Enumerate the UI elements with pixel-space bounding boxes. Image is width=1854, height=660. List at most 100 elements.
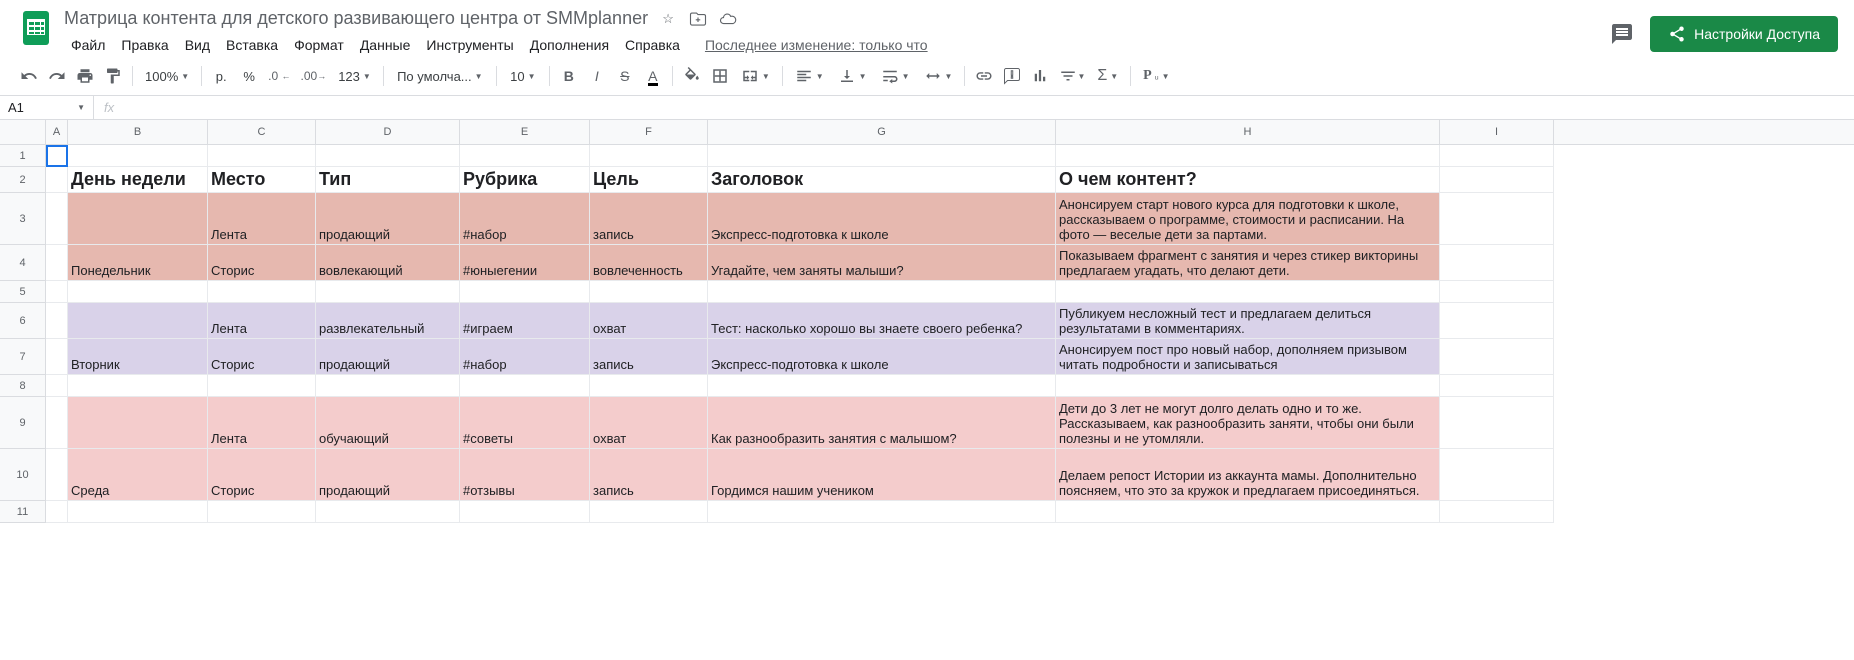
row-header-11[interactable]: 11 <box>0 501 46 523</box>
italic-button[interactable]: I <box>584 63 610 89</box>
col-header-E[interactable]: E <box>460 120 590 144</box>
cell[interactable] <box>46 193 68 245</box>
print-icon[interactable] <box>72 63 98 89</box>
cell[interactable]: Сторис <box>208 245 316 281</box>
comments-icon[interactable] <box>1610 22 1634 46</box>
cell[interactable]: Тест: насколько хорошо вы знаете своего … <box>708 303 1056 339</box>
borders-button[interactable] <box>707 63 733 89</box>
cell[interactable]: запись <box>590 339 708 375</box>
cell[interactable]: Вторник <box>68 339 208 375</box>
cell[interactable]: #набор <box>460 339 590 375</box>
cell[interactable]: продающий <box>316 193 460 245</box>
cell[interactable] <box>68 375 208 397</box>
cell[interactable] <box>1440 397 1554 449</box>
cell[interactable] <box>708 145 1056 167</box>
cell[interactable] <box>46 375 68 397</box>
menu-tools[interactable]: Инструменты <box>419 33 520 57</box>
col-header-C[interactable]: C <box>208 120 316 144</box>
share-button[interactable]: Настройки Доступа <box>1650 16 1838 52</box>
cell[interactable] <box>46 501 68 523</box>
row-header-5[interactable]: 5 <box>0 281 46 303</box>
cell[interactable]: запись <box>590 449 708 501</box>
row-header-9[interactable]: 9 <box>0 397 46 449</box>
cell[interactable] <box>208 501 316 523</box>
bold-button[interactable]: B <box>556 63 582 89</box>
cell[interactable] <box>316 281 460 303</box>
cell[interactable] <box>1440 145 1554 167</box>
col-header-D[interactable]: D <box>316 120 460 144</box>
cell[interactable] <box>46 339 68 375</box>
cell[interactable]: вовлеченность <box>590 245 708 281</box>
cell[interactable] <box>68 145 208 167</box>
col-header-I[interactable]: I <box>1440 120 1554 144</box>
text-color-button[interactable]: A <box>640 63 666 89</box>
cell[interactable] <box>46 245 68 281</box>
cell[interactable] <box>46 303 68 339</box>
cell[interactable]: Сторис <box>208 339 316 375</box>
cell[interactable]: Лента <box>208 303 316 339</box>
cell[interactable] <box>1056 375 1440 397</box>
row-header-10[interactable]: 10 <box>0 449 46 501</box>
cell[interactable] <box>208 145 316 167</box>
cell[interactable]: Цель <box>590 167 708 193</box>
move-icon[interactable] <box>688 9 708 29</box>
cell[interactable] <box>1440 339 1554 375</box>
cell[interactable] <box>1440 193 1554 245</box>
redo-icon[interactable] <box>44 63 70 89</box>
wrap-button[interactable]: ▼ <box>875 63 916 89</box>
col-header-A[interactable]: A <box>46 120 68 144</box>
halign-button[interactable]: ▼ <box>789 63 830 89</box>
cell[interactable]: Анонсируем старт нового курса для подгот… <box>1056 193 1440 245</box>
cell[interactable]: охват <box>590 303 708 339</box>
cell[interactable] <box>1056 501 1440 523</box>
cell[interactable] <box>316 375 460 397</box>
cell[interactable] <box>46 449 68 501</box>
cell[interactable] <box>1056 281 1440 303</box>
cell[interactable]: обучающий <box>316 397 460 449</box>
cell[interactable]: Сторис <box>208 449 316 501</box>
cell[interactable]: запись <box>590 193 708 245</box>
cell[interactable]: развлекательный <box>316 303 460 339</box>
cell[interactable]: охват <box>590 397 708 449</box>
cloud-icon[interactable] <box>718 9 738 29</box>
cell[interactable]: Гордимся нашим учеником <box>708 449 1056 501</box>
col-header-F[interactable]: F <box>590 120 708 144</box>
cell[interactable]: Среда <box>68 449 208 501</box>
cell[interactable] <box>1440 245 1554 281</box>
cell[interactable]: вовлекающий <box>316 245 460 281</box>
cell[interactable] <box>1440 167 1554 193</box>
cell[interactable] <box>460 501 590 523</box>
percent-button[interactable]: % <box>236 63 262 89</box>
cell[interactable]: О чем контент? <box>1056 167 1440 193</box>
cell[interactable] <box>316 501 460 523</box>
menu-addons[interactable]: Дополнения <box>523 33 616 57</box>
cell[interactable]: Понедельник <box>68 245 208 281</box>
cell[interactable] <box>1440 281 1554 303</box>
comment-button[interactable] <box>999 63 1025 89</box>
doc-title[interactable]: Матрица контента для детского развивающе… <box>64 8 648 29</box>
strikethrough-button[interactable]: S <box>612 63 638 89</box>
cell[interactable] <box>1440 375 1554 397</box>
menu-insert[interactable]: Вставка <box>219 33 285 57</box>
rotate-button[interactable]: ▼ <box>918 63 959 89</box>
cell[interactable] <box>208 281 316 303</box>
cell[interactable]: #советы <box>460 397 590 449</box>
cell[interactable]: #набор <box>460 193 590 245</box>
star-icon[interactable]: ☆ <box>658 9 678 29</box>
row-header-1[interactable]: 1 <box>0 145 46 167</box>
cell[interactable] <box>708 375 1056 397</box>
increase-decimal-button[interactable]: .00→ <box>297 63 331 89</box>
cell[interactable]: Лента <box>208 193 316 245</box>
cell[interactable] <box>68 501 208 523</box>
cell[interactable] <box>460 145 590 167</box>
cell[interactable] <box>68 193 208 245</box>
cell[interactable]: Угадайте, чем заняты малыши? <box>708 245 1056 281</box>
row-header-6[interactable]: 6 <box>0 303 46 339</box>
cell[interactable]: Публикуем несложный тест и предлагаем де… <box>1056 303 1440 339</box>
zoom-dropdown[interactable]: 100%▼ <box>139 63 195 89</box>
cell[interactable] <box>68 397 208 449</box>
menu-view[interactable]: Вид <box>178 33 217 57</box>
link-button[interactable] <box>971 63 997 89</box>
cell[interactable]: Тип <box>316 167 460 193</box>
cell[interactable] <box>68 303 208 339</box>
